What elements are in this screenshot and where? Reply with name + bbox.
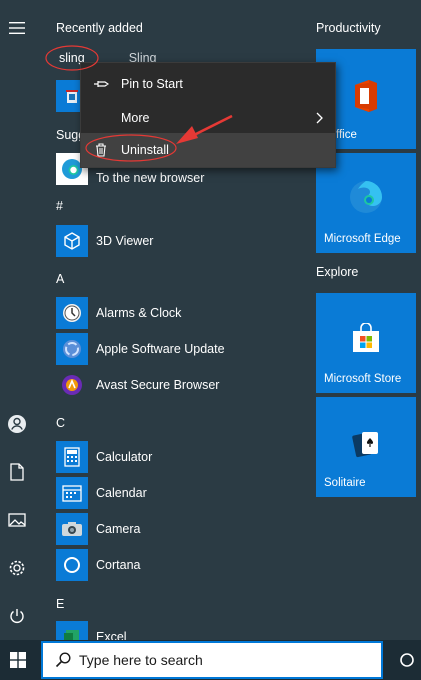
app-label: Calculator — [96, 450, 153, 464]
group-letter-a[interactable]: A — [56, 272, 64, 286]
group-letter-hash[interactable]: # — [56, 199, 63, 213]
clock-icon — [63, 304, 81, 322]
edge-icon — [350, 181, 382, 213]
calendar-tile — [56, 477, 88, 509]
app-row-apple-software-update[interactable]: Apple Software Update — [56, 332, 296, 366]
group-letter-e[interactable]: E — [56, 597, 64, 611]
windows-logo-icon — [10, 652, 26, 668]
app-label: Cortana — [96, 558, 141, 572]
start-button[interactable] — [0, 640, 36, 680]
camera-icon — [62, 522, 82, 536]
3d-viewer-tile — [56, 225, 88, 257]
left-rail — [0, 0, 34, 640]
edge-tile-icon-wrap — [316, 179, 416, 215]
more-menu-item[interactable]: More — [81, 101, 335, 135]
avast-icon — [62, 375, 82, 395]
pin-to-start-menu-item[interactable]: Pin to Start — [81, 67, 335, 101]
power-button[interactable] — [0, 599, 34, 633]
cortana-circle-icon — [399, 653, 414, 667]
pictures-icon — [8, 513, 26, 527]
more-label: More — [121, 111, 150, 125]
settings-button[interactable] — [0, 551, 34, 585]
office-tile-label: ffice — [336, 129, 357, 141]
hamburger-icon — [9, 22, 25, 34]
store-tile-label: Microsoft Store — [324, 373, 402, 385]
solitaire-tile[interactable]: Solitaire — [316, 397, 416, 497]
cortana-tile — [56, 549, 88, 581]
cortana-icon — [64, 557, 80, 573]
cortana-button[interactable] — [392, 640, 421, 680]
app-label: Avast Secure Browser — [96, 378, 220, 392]
app-label: Calendar — [96, 486, 147, 500]
trash-icon — [96, 143, 106, 157]
gear-icon — [9, 560, 25, 576]
calculator-tile — [56, 441, 88, 473]
excel-icon — [64, 630, 79, 640]
taskbar-search-box[interactable] — [41, 641, 383, 679]
chevron-right-icon — [316, 112, 323, 124]
store-icon-wrap — [316, 323, 416, 353]
pin-icon-wrap — [81, 79, 121, 89]
group-letter-c[interactable]: C — [56, 416, 65, 430]
apple-update-icon — [63, 340, 81, 358]
edge-tile-label: Microsoft Edge — [324, 233, 401, 245]
pictures-button[interactable] — [0, 503, 34, 537]
search-input[interactable] — [79, 652, 369, 668]
user-icon — [8, 415, 26, 433]
playing-cards-icon — [352, 432, 378, 458]
app-row-camera[interactable]: Camera — [56, 512, 296, 546]
pin-icon — [94, 81, 109, 87]
calendar-icon — [62, 485, 82, 502]
apple-update-tile — [56, 333, 88, 365]
app-label: Apple Software Update — [96, 342, 225, 356]
search-icon — [55, 652, 71, 668]
office-icon — [355, 80, 377, 112]
microsoft-edge-tile[interactable]: Microsoft Edge — [316, 153, 416, 253]
power-icon — [10, 609, 24, 623]
app-row-avast[interactable]: Avast Secure Browser — [56, 368, 296, 402]
excel-tile — [56, 621, 88, 640]
productivity-group-title[interactable]: Productivity — [316, 21, 381, 35]
app-row-calculator[interactable]: Calculator — [56, 440, 296, 474]
solitaire-icon-wrap — [316, 429, 416, 459]
uninstall-menu-item[interactable]: Uninstall — [81, 133, 335, 167]
hamburger-menu-button[interactable] — [0, 11, 34, 45]
user-account-button[interactable] — [0, 407, 34, 441]
taskbar — [0, 640, 421, 680]
trash-icon-wrap — [81, 143, 121, 157]
explore-group-title[interactable]: Explore — [316, 265, 358, 279]
context-menu: Pin to Start More Uninstall — [80, 62, 336, 168]
app-label: 3D Viewer — [96, 234, 154, 248]
app-label: Excel — [96, 630, 127, 640]
cube-icon — [64, 232, 80, 250]
microsoft-store-tile[interactable]: Microsoft Store — [316, 293, 416, 393]
start-menu: Recently added sling Sling Sugg To the n… — [0, 0, 421, 640]
calculator-icon — [64, 447, 80, 467]
store-icon — [353, 323, 379, 352]
app-row-calendar[interactable]: Calendar — [56, 476, 296, 510]
app-row-3d-viewer[interactable]: 3D Viewer — [56, 224, 296, 258]
app-row-cortana[interactable]: Cortana — [56, 548, 296, 582]
recycle-bin-icon — [66, 90, 78, 103]
pin-to-start-label: Pin to Start — [121, 77, 183, 91]
app-row-excel[interactable]: Excel — [56, 620, 296, 640]
suggested-item-label: To the new browser — [96, 171, 205, 185]
avast-tile — [56, 369, 88, 401]
app-label: Alarms & Clock — [96, 306, 182, 320]
app-label: Camera — [96, 522, 141, 536]
document-icon — [10, 463, 24, 481]
camera-tile — [56, 513, 88, 545]
app-row-alarms-clock[interactable]: Alarms & Clock — [56, 296, 296, 330]
documents-button[interactable] — [0, 455, 34, 489]
recently-added-heading: Recently added — [56, 21, 143, 35]
alarms-tile — [56, 297, 88, 329]
uninstall-label: Uninstall — [121, 143, 169, 157]
solitaire-tile-label: Solitaire — [324, 477, 366, 489]
